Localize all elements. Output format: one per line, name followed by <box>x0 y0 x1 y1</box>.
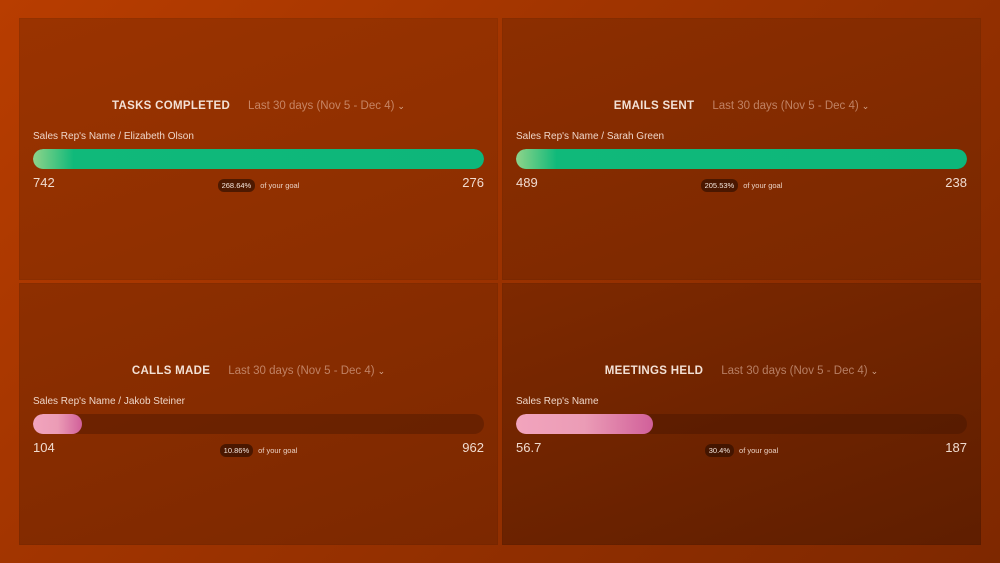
percent-suffix: of your goal <box>743 181 783 190</box>
percent-suffix: of your goal <box>260 181 300 190</box>
widget-title: MEETINGS HELD <box>604 365 704 377</box>
sales-rep-label: Sales Rep's Name / Elizabeth Olson <box>33 131 194 142</box>
progress-track <box>516 149 967 169</box>
date-range-label: Last 30 days (Nov 5 - Dec 4) <box>712 100 859 112</box>
chevron-down-icon: ⌄ <box>397 100 405 111</box>
dashboard-grid: TASKS COMPLETED Last 30 days (Nov 5 - De… <box>19 18 981 545</box>
goal-value: 238 <box>945 175 967 190</box>
percent-of-goal: 30.4% of your goal <box>502 444 981 457</box>
date-range-dropdown[interactable]: Last 30 days (Nov 5 - Dec 4) ⌄ <box>228 365 385 377</box>
percent-of-goal: 268.64% of your goal <box>19 179 498 192</box>
goal-value: 962 <box>462 440 484 455</box>
widget-title: EMAILS SENT <box>613 100 695 112</box>
widget-meetings-held: MEETINGS HELD Last 30 days (Nov 5 - Dec … <box>502 283 981 545</box>
date-range-label: Last 30 days (Nov 5 - Dec 4) <box>248 100 395 112</box>
date-range-label: Last 30 days (Nov 5 - Dec 4) <box>721 365 868 377</box>
percent-badge: 268.64% <box>217 179 256 192</box>
goal-value: 187 <box>945 440 967 455</box>
percent-badge: 30.4% <box>704 444 735 457</box>
percent-of-goal: 205.53% of your goal <box>502 179 981 192</box>
widget-header: TASKS COMPLETED Last 30 days (Nov 5 - De… <box>19 100 498 112</box>
date-range-dropdown[interactable]: Last 30 days (Nov 5 - Dec 4) ⌄ <box>712 100 869 112</box>
sales-rep-label: Sales Rep's Name <box>516 396 599 407</box>
progress-fill <box>516 149 967 169</box>
widget-header: MEETINGS HELD Last 30 days (Nov 5 - Dec … <box>502 365 981 377</box>
progress-track <box>33 414 484 434</box>
widget-title: CALLS MADE <box>131 365 211 377</box>
goal-value: 276 <box>462 175 484 190</box>
date-range-dropdown[interactable]: Last 30 days (Nov 5 - Dec 4) ⌄ <box>248 100 405 112</box>
widget-emails-sent: EMAILS SENT Last 30 days (Nov 5 - Dec 4)… <box>502 18 981 280</box>
widget-header: EMAILS SENT Last 30 days (Nov 5 - Dec 4)… <box>502 100 981 112</box>
progress-track <box>33 149 484 169</box>
percent-badge: 205.53% <box>700 179 739 192</box>
progress-fill <box>516 414 654 434</box>
progress-fill <box>33 414 82 434</box>
widget-tasks-completed: TASKS COMPLETED Last 30 days (Nov 5 - De… <box>19 18 498 280</box>
progress-track <box>516 414 967 434</box>
percent-suffix: of your goal <box>258 446 298 455</box>
date-range-label: Last 30 days (Nov 5 - Dec 4) <box>228 365 375 377</box>
sales-rep-label: Sales Rep's Name / Jakob Steiner <box>33 396 185 407</box>
chevron-down-icon: ⌄ <box>870 365 879 376</box>
percent-suffix: of your goal <box>739 446 779 455</box>
percent-of-goal: 10.86% of your goal <box>19 444 498 457</box>
widget-title: TASKS COMPLETED <box>112 100 231 112</box>
progress-fill <box>33 149 484 169</box>
percent-badge: 10.86% <box>219 444 254 457</box>
widget-calls-made: CALLS MADE Last 30 days (Nov 5 - Dec 4) … <box>19 283 498 545</box>
chevron-down-icon: ⌄ <box>861 100 870 111</box>
date-range-dropdown[interactable]: Last 30 days (Nov 5 - Dec 4) ⌄ <box>721 365 878 377</box>
widget-header: CALLS MADE Last 30 days (Nov 5 - Dec 4) … <box>19 365 498 377</box>
sales-rep-label: Sales Rep's Name / Sarah Green <box>516 131 665 142</box>
chevron-down-icon: ⌄ <box>377 365 386 376</box>
